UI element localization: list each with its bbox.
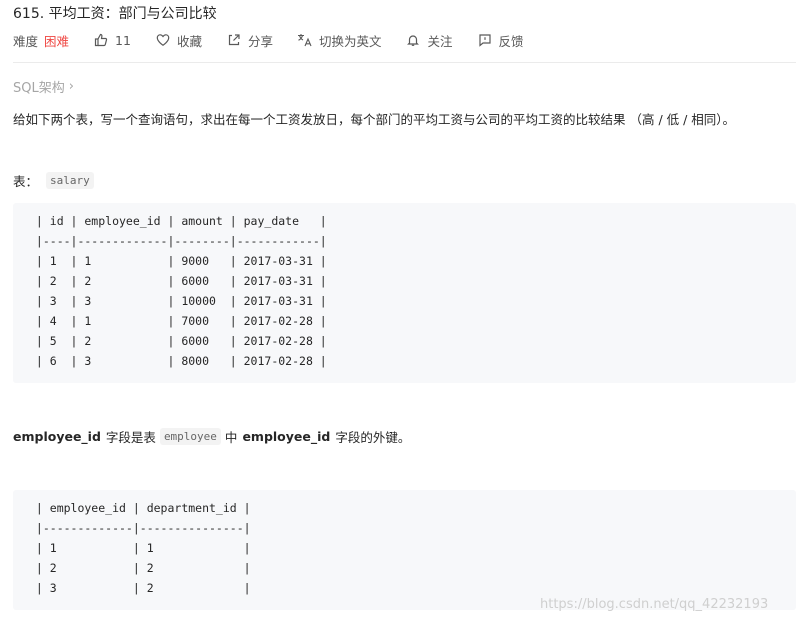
- bell-icon: [405, 32, 421, 48]
- foreign-key-note: employee_id 字段是表 employee 中 employee_id …: [13, 427, 410, 446]
- difficulty-value: 困难: [44, 33, 70, 49]
- share-icon: [226, 32, 242, 48]
- difficulty: 难度 困难: [13, 31, 69, 50]
- share-label: 分享: [247, 33, 273, 49]
- feedback-button[interactable]: 反馈: [477, 31, 524, 50]
- feedback-icon: [477, 32, 493, 48]
- favorite-button[interactable]: 收藏: [155, 31, 202, 50]
- table-prefix: 表：: [13, 174, 39, 189]
- translate-icon: [297, 32, 313, 48]
- chevron-right-icon: ›: [68, 79, 74, 94]
- feedback-label: 反馈: [498, 33, 524, 49]
- translate-label: 切换为英文: [318, 33, 382, 49]
- problem-title: 615. 平均工资：部门与公司比较: [13, 6, 217, 22]
- header-divider: [13, 62, 796, 63]
- watermark: https://blog.csdn.net/qq_42232193: [540, 597, 769, 612]
- breadcrumb[interactable]: SQL架构 ›: [13, 77, 74, 96]
- fk-text-2: 中: [224, 430, 238, 445]
- salary-table-label: 表： salary: [13, 171, 94, 190]
- employee-table-name: employee: [159, 428, 221, 445]
- difficulty-label: 难度: [13, 33, 39, 49]
- salary-table-name: salary: [46, 172, 94, 189]
- translate-button[interactable]: 切换为英文: [297, 31, 382, 50]
- fk-field-2: employee_id: [242, 429, 331, 444]
- fk-text-1: 字段是表: [105, 430, 156, 445]
- heart-icon: [155, 32, 171, 48]
- employee-table-code-block: | employee_id | department_id | |-------…: [13, 490, 796, 610]
- follow-button[interactable]: 关注: [405, 31, 453, 50]
- thumbs-up-icon: [93, 32, 109, 48]
- like-button[interactable]: 11: [93, 32, 131, 48]
- salary-table-code-block: | id | employee_id | amount | pay_date |…: [13, 203, 796, 383]
- follow-label: 关注: [427, 33, 453, 49]
- breadcrumb-label: SQL架构: [13, 81, 65, 96]
- fk-text-3: 字段的外键。: [335, 430, 411, 445]
- fk-field-1: employee_id: [13, 429, 101, 444]
- problem-meta-bar: 难度 困难 11 收藏 分享 切换为英文 关注 反馈: [13, 30, 548, 50]
- share-button[interactable]: 分享: [226, 31, 273, 50]
- favorite-label: 收藏: [176, 33, 202, 49]
- problem-description: 给如下两个表，写一个查询语句，求出在每一个工资发放日，每个部门的平均工资与公司的…: [13, 112, 736, 127]
- like-count: 11: [115, 32, 131, 48]
